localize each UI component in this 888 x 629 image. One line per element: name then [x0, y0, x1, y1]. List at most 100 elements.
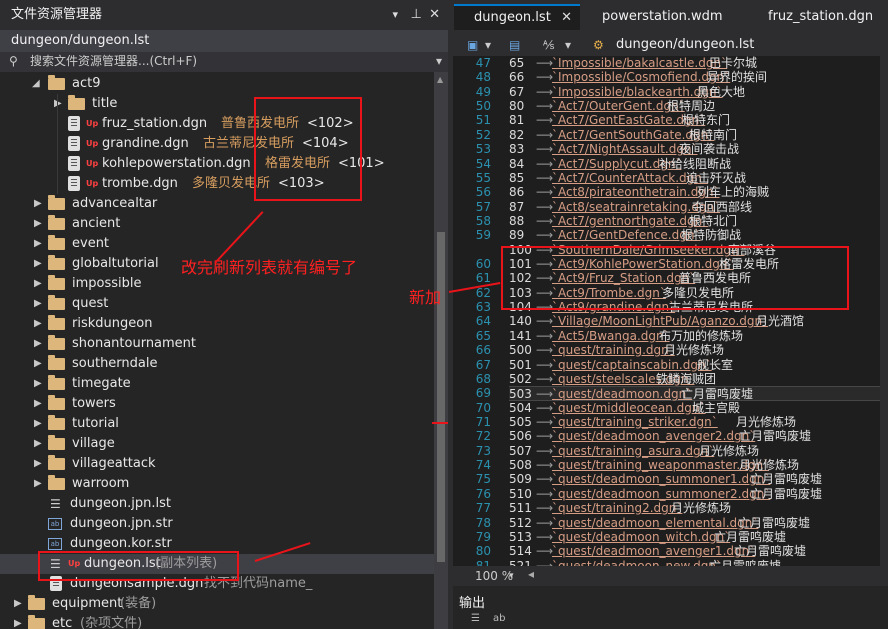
- close-icon[interactable]: ✕: [429, 0, 440, 30]
- collapsed-chevron-icon[interactable]: ▶: [34, 354, 42, 374]
- tree-folder-advancealtar[interactable]: ▶ advancealtar: [0, 194, 434, 214]
- code-line[interactable]: 82 ⟶ `Act7/GentSouthGate.dgn` 根特南门: [509, 128, 888, 142]
- collapsed-chevron-icon[interactable]: ▶: [34, 394, 42, 414]
- collapsed-chevron-icon[interactable]: ▶: [34, 454, 42, 474]
- layout-dropdown-icon[interactable]: ▾: [485, 34, 491, 56]
- collapsed-chevron-icon[interactable]: ▶: [34, 334, 42, 354]
- entry-comment: 异界的挨间: [707, 70, 768, 85]
- code-line[interactable]: 87 ⟶ `Act8/seatrainretaking.dgn` 夺回西部线: [509, 200, 888, 214]
- tree-folder-act9[interactable]: ◢ act9: [0, 74, 434, 94]
- collapsed-chevron-icon[interactable]: ▶: [34, 274, 42, 294]
- code-line[interactable]: 503 ⟶ `quest/deadmoon.dgn` 亡月雷鸣废墟: [509, 386, 888, 401]
- output-list-icon[interactable]: ☰: [471, 613, 480, 624]
- scroll-up-icon[interactable]: ▲: [437, 75, 443, 84]
- code-line[interactable]: 512 ⟶ `quest/deadmoon_elemental.dgn` 亡月雷鸣废墟: [509, 516, 888, 530]
- collapsed-chevron-icon[interactable]: ▶: [34, 234, 42, 254]
- save-icon[interactable]: ▤: [509, 34, 520, 56]
- code-line[interactable]: 83 ⟶ `Act7/NightAssault.dgn` 夜间袭击战: [509, 142, 888, 156]
- code-line[interactable]: 81 ⟶ `Act7/GentEastGate.dgn` 根特东门: [509, 113, 888, 127]
- format-icon[interactable]: ⅍: [543, 34, 554, 56]
- expanded-chevron-icon[interactable]: ◢: [32, 74, 40, 94]
- tree-folder-village[interactable]: ▶ village: [0, 434, 434, 454]
- collapsed-chevron-icon[interactable]: ▶: [14, 594, 22, 614]
- tree-file-dungeon-jpn-str[interactable]: ab dungeon.jpn.str: [0, 514, 434, 534]
- tab-label: powerstation.wdm: [602, 9, 723, 24]
- code-line[interactable]: 508 ⟶ `quest/training_weaponmaster.dgn` 月光修…: [509, 458, 888, 472]
- code-line[interactable]: 514 ⟶ `quest/deadmoon_avenger1.dgn` 亡月雷鸣废墟: [509, 544, 888, 558]
- code-line[interactable]: 80 ⟶ `Act7/OuterGent.dgn` 根特周边: [509, 99, 888, 113]
- search-box[interactable]: ⚲ 搜索文件资源管理器...(Ctrl+F) ▾: [0, 52, 448, 72]
- tree-folder-shonantournament[interactable]: ▶ shonantournament: [0, 334, 434, 354]
- tree-file-dungeon-jpn-lst[interactable]: ☰ dungeon.jpn.lst: [0, 494, 434, 514]
- entry-id: 511: [509, 501, 532, 516]
- search-options-icon[interactable]: ▾: [436, 52, 442, 71]
- tree-file-dgn[interactable]: Up grandine.dgn 古兰蒂尼发电所 <104>: [0, 134, 434, 154]
- code-line[interactable]: 88 ⟶ `Act7/gentnorthgate.dgn` 根特北门: [509, 214, 888, 228]
- code-line[interactable]: 140 ⟶ `Village/MoonLightPub/Aganzo.dgn` 月光酒…: [509, 314, 888, 328]
- collapsed-chevron-icon[interactable]: ▶: [34, 254, 42, 274]
- code-line[interactable]: 506 ⟶ `quest/deadmoon_avenger2.dgn` 亡月雷鸣废墟: [509, 429, 888, 443]
- output-word-wrap-icon[interactable]: ab: [493, 613, 505, 624]
- code-line[interactable]: 505 ⟶ `quest/training_striker.dgn` 月光修炼场: [509, 415, 888, 429]
- collapsed-chevron-icon[interactable]: ▶: [34, 414, 42, 434]
- tree-folder-towers[interactable]: ▶ towers: [0, 394, 434, 414]
- tab-powerstation-wdm[interactable]: powerstation.wdm: [583, 4, 746, 30]
- scrollbar-thumb[interactable]: [437, 232, 445, 562]
- code-line[interactable]: 504 ⟶ `quest/middleocean.dgn` 城主宫殿: [509, 401, 888, 415]
- collapsed-chevron-icon[interactable]: ▶: [34, 194, 42, 214]
- collapsed-chevron-icon[interactable]: ▶: [34, 434, 42, 454]
- tree-folder-southerndale[interactable]: ▶ southerndale: [0, 354, 434, 374]
- collapsed-chevron-icon[interactable]: ▶: [34, 474, 42, 494]
- layout-icon[interactable]: ▣: [467, 34, 478, 56]
- tree-file-dgn[interactable]: Up fruz_station.dgn 普鲁西发电所 <102>: [0, 114, 434, 134]
- code-line[interactable]: 513 ⟶ `quest/deadmoon_witch.dgn` 亡月雷鸣废墟: [509, 530, 888, 544]
- pin-icon[interactable]: ⊥: [411, 0, 422, 30]
- format-dropdown-icon[interactable]: ▾: [565, 34, 571, 56]
- tab-fruz-station-dgn[interactable]: fruz_station.dgn: [749, 4, 888, 30]
- tree-folder-equipment[interactable]: ▶ equipment (装备): [0, 594, 434, 614]
- code-line[interactable]: 85 ⟶ `Act7/CounterAttack.dgn` 追击歼灭战: [509, 171, 888, 185]
- tree-folder-villageattack[interactable]: ▶ villageattack: [0, 454, 434, 474]
- code-line[interactable]: 66 ⟶ `Impossible/Cosmofiend.dgn` 异界的挨间: [509, 70, 888, 84]
- tree-folder-tutorial[interactable]: ▶ tutorial: [0, 414, 434, 434]
- tree-folder-warroom[interactable]: ▶ warroom: [0, 474, 434, 494]
- tree-file-dgn[interactable]: Up kohlepowerstation.dgn 格雷发电所 <101>: [0, 154, 434, 174]
- collapsed-chevron-icon[interactable]: ▶: [34, 294, 42, 314]
- code-line[interactable]: 501 ⟶ `quest/captainscabin.dgn` 舰长室: [509, 358, 888, 372]
- code-line[interactable]: 510 ⟶ `quest/deadmoon_summoner2.dgn` 亡月雷鸣废墟: [509, 487, 888, 501]
- code-line[interactable]: 67 ⟶ `Impossible/blackearth.dgn` 黑色大地: [509, 85, 888, 99]
- tree-folder-title[interactable]: ▶title: [0, 94, 434, 114]
- search-input[interactable]: 搜索文件资源管理器...(Ctrl+F): [30, 52, 197, 71]
- collapsed-chevron-icon[interactable]: ▶: [14, 614, 22, 629]
- tree-folder-event[interactable]: ▶ event: [0, 234, 434, 254]
- code-line[interactable]: 509 ⟶ `quest/deadmoon_summoner1.dgn` 亡月雷鸣废墟: [509, 472, 888, 486]
- horizontal-scroll-left-icon[interactable]: ◂: [528, 567, 534, 581]
- panel-menu-icon[interactable]: ▾: [392, 0, 398, 30]
- code-line[interactable]: 141 ⟶ `Act5/Bwanga.dgn` 布万加的修炼场: [509, 329, 888, 343]
- tree-folder-quest[interactable]: ▶ quest: [0, 294, 434, 314]
- tree-folder-riskdungeon[interactable]: ▶ riskdungeon: [0, 314, 434, 334]
- tree-folder-ancient[interactable]: ▶ ancient: [0, 214, 434, 234]
- editor-scrollbar[interactable]: [880, 56, 888, 566]
- code-line[interactable]: 65 ⟶ `Impossible/bakalcastle.dgn` 巴卡尔城: [509, 56, 888, 70]
- tab-dungeon-lst[interactable]: dungeon.lst ✕: [454, 4, 580, 30]
- code-line[interactable]: 507 ⟶ `quest/training_asura.dgn` 月光修炼场: [509, 444, 888, 458]
- zoom-dropdown-icon[interactable]: ▾: [509, 566, 514, 586]
- code-line[interactable]: 84 ⟶ `Act7/Supplycut.dgn` 补给线阻断战: [509, 157, 888, 171]
- tab-close-icon[interactable]: ✕: [561, 6, 572, 30]
- line-number: 50: [475, 99, 491, 114]
- zoom-level[interactable]: 100 %: [475, 566, 513, 586]
- tree-scrollbar[interactable]: ▲: [434, 72, 448, 629]
- code-line[interactable]: 86 ⟶ `Act8/pirateonthetrain.dgn` 列车上的海贼: [509, 185, 888, 199]
- code-line[interactable]: 511 ⟶ `quest/training2.dgn` 月光修炼场: [509, 501, 888, 515]
- tree-file-dgn[interactable]: Up trombe.dgn 多隆贝发电所 <103>: [0, 174, 434, 194]
- code-line[interactable]: 500 ⟶ `quest/training.dgn` 月光修炼场: [509, 343, 888, 357]
- collapsed-chevron-icon[interactable]: ▶: [34, 314, 42, 334]
- entry-id: 89: [509, 228, 525, 243]
- code-line[interactable]: 502 ⟶ `quest/steelscales.dgn` 铁鳞海贼团: [509, 372, 888, 386]
- tree-folder-etc[interactable]: ▶ etc (杂项文件): [0, 614, 434, 629]
- code-line[interactable]: 89 ⟶ `Act7/GentDefence.dgn` 根特防御战: [509, 228, 888, 242]
- collapsed-chevron-icon[interactable]: ▶: [34, 214, 42, 234]
- collapsed-chevron-icon[interactable]: ▶: [34, 374, 42, 394]
- tree-folder-timegate[interactable]: ▶ timegate: [0, 374, 434, 394]
